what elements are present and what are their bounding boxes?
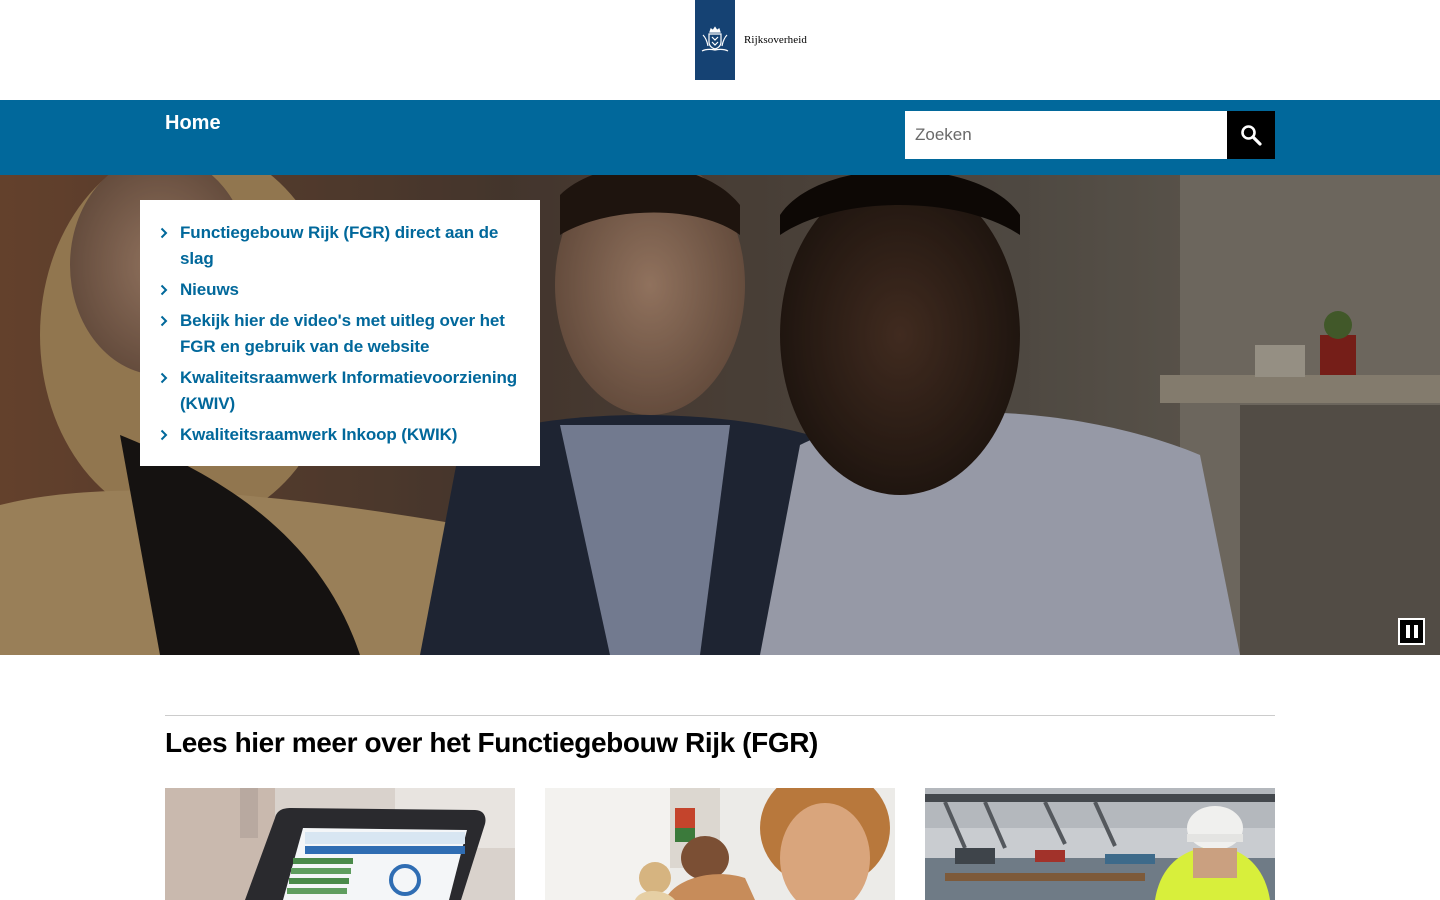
chevron-right-icon bbox=[160, 429, 168, 441]
quicklink-kwik[interactable]: Kwaliteitsraamwerk Inkoop (KWIK) bbox=[180, 422, 520, 448]
site-header: Rijksoverheid bbox=[0, 0, 1440, 100]
list-item: Bekijk hier de video's met uitleg over h… bbox=[160, 308, 520, 360]
card-image bbox=[925, 788, 1275, 900]
hero-banner: Functiegebouw Rijk (FGR) direct aan de s… bbox=[0, 175, 1440, 655]
chevron-right-icon bbox=[160, 227, 168, 239]
quicklinks-list: Functiegebouw Rijk (FGR) direct aan de s… bbox=[160, 220, 520, 448]
card-image bbox=[165, 788, 515, 900]
pause-button[interactable] bbox=[1398, 618, 1425, 645]
pause-icon bbox=[1405, 625, 1410, 638]
card-meeting[interactable] bbox=[545, 788, 895, 900]
logo-text: Rijksoverheid bbox=[744, 34, 808, 46]
section-divider bbox=[165, 715, 1275, 716]
chevron-right-icon bbox=[160, 315, 168, 327]
quicklink-fgr-direct[interactable]: Functiegebouw Rijk (FGR) direct aan de s… bbox=[180, 220, 520, 272]
quicklink-nieuws[interactable]: Nieuws bbox=[180, 277, 520, 303]
card-laptop[interactable] bbox=[165, 788, 515, 900]
card-image bbox=[545, 788, 895, 900]
nav-home-link[interactable]: Home bbox=[165, 112, 221, 135]
quicklinks-panel: Functiegebouw Rijk (FGR) direct aan de s… bbox=[140, 200, 540, 466]
crest-icon bbox=[695, 0, 735, 80]
card-harbor[interactable] bbox=[925, 788, 1275, 900]
list-item: Nieuws bbox=[160, 277, 520, 303]
list-item: Kwaliteitsraamwerk Inkoop (KWIK) bbox=[160, 422, 520, 448]
rijksoverheid-logo[interactable]: Rijksoverheid bbox=[695, 0, 807, 80]
pause-icon bbox=[1413, 625, 1418, 638]
quicklink-kwiv[interactable]: Kwaliteitsraamwerk Informatievoorziening… bbox=[180, 365, 520, 417]
search-icon bbox=[1241, 125, 1262, 146]
list-item: Functiegebouw Rijk (FGR) direct aan de s… bbox=[160, 220, 520, 272]
main-navigation: Home bbox=[0, 100, 1440, 175]
list-item: Kwaliteitsraamwerk Informatievoorziening… bbox=[160, 365, 520, 417]
search-input[interactable] bbox=[905, 111, 1227, 159]
chevron-right-icon bbox=[160, 372, 168, 384]
search-button[interactable] bbox=[1227, 111, 1275, 159]
chevron-right-icon bbox=[160, 284, 168, 296]
section-title: Lees hier meer over het Functiegebouw Ri… bbox=[165, 727, 818, 758]
quicklink-videos[interactable]: Bekijk hier de video's met uitleg over h… bbox=[180, 308, 520, 360]
